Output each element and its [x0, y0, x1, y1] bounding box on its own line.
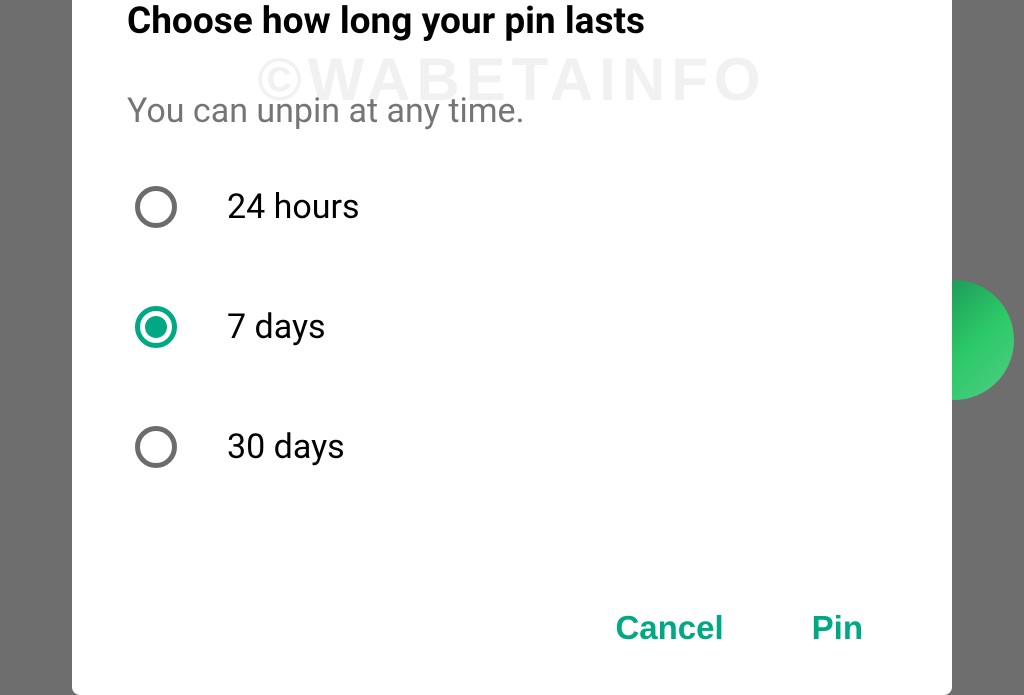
radio-indicator-selected-icon: [135, 306, 177, 348]
pin-duration-dialog: ©WABETAINFO Choose how long your pin las…: [72, 0, 952, 695]
radio-option-7-days[interactable]: 7 days: [135, 306, 897, 348]
radio-option-24-hours[interactable]: 24 hours: [135, 186, 897, 228]
radio-label: 30 days: [227, 427, 345, 467]
dialog-subtitle: You can unpin at any time.: [127, 91, 897, 131]
dialog-button-row: Cancel Pin: [127, 601, 897, 665]
radio-label: 24 hours: [227, 187, 360, 227]
backdrop-right: [952, 0, 1024, 675]
cancel-button[interactable]: Cancel: [611, 601, 727, 655]
radio-label: 7 days: [227, 307, 326, 347]
dialog-title: Choose how long your pin lasts: [127, 0, 897, 43]
radio-options-group: 24 hours 7 days 30 days: [127, 186, 897, 468]
pin-button[interactable]: Pin: [808, 601, 867, 655]
backdrop-left: [0, 0, 72, 675]
radio-option-30-days[interactable]: 30 days: [135, 426, 897, 468]
radio-indicator-icon: [135, 186, 177, 228]
radio-indicator-icon: [135, 426, 177, 468]
